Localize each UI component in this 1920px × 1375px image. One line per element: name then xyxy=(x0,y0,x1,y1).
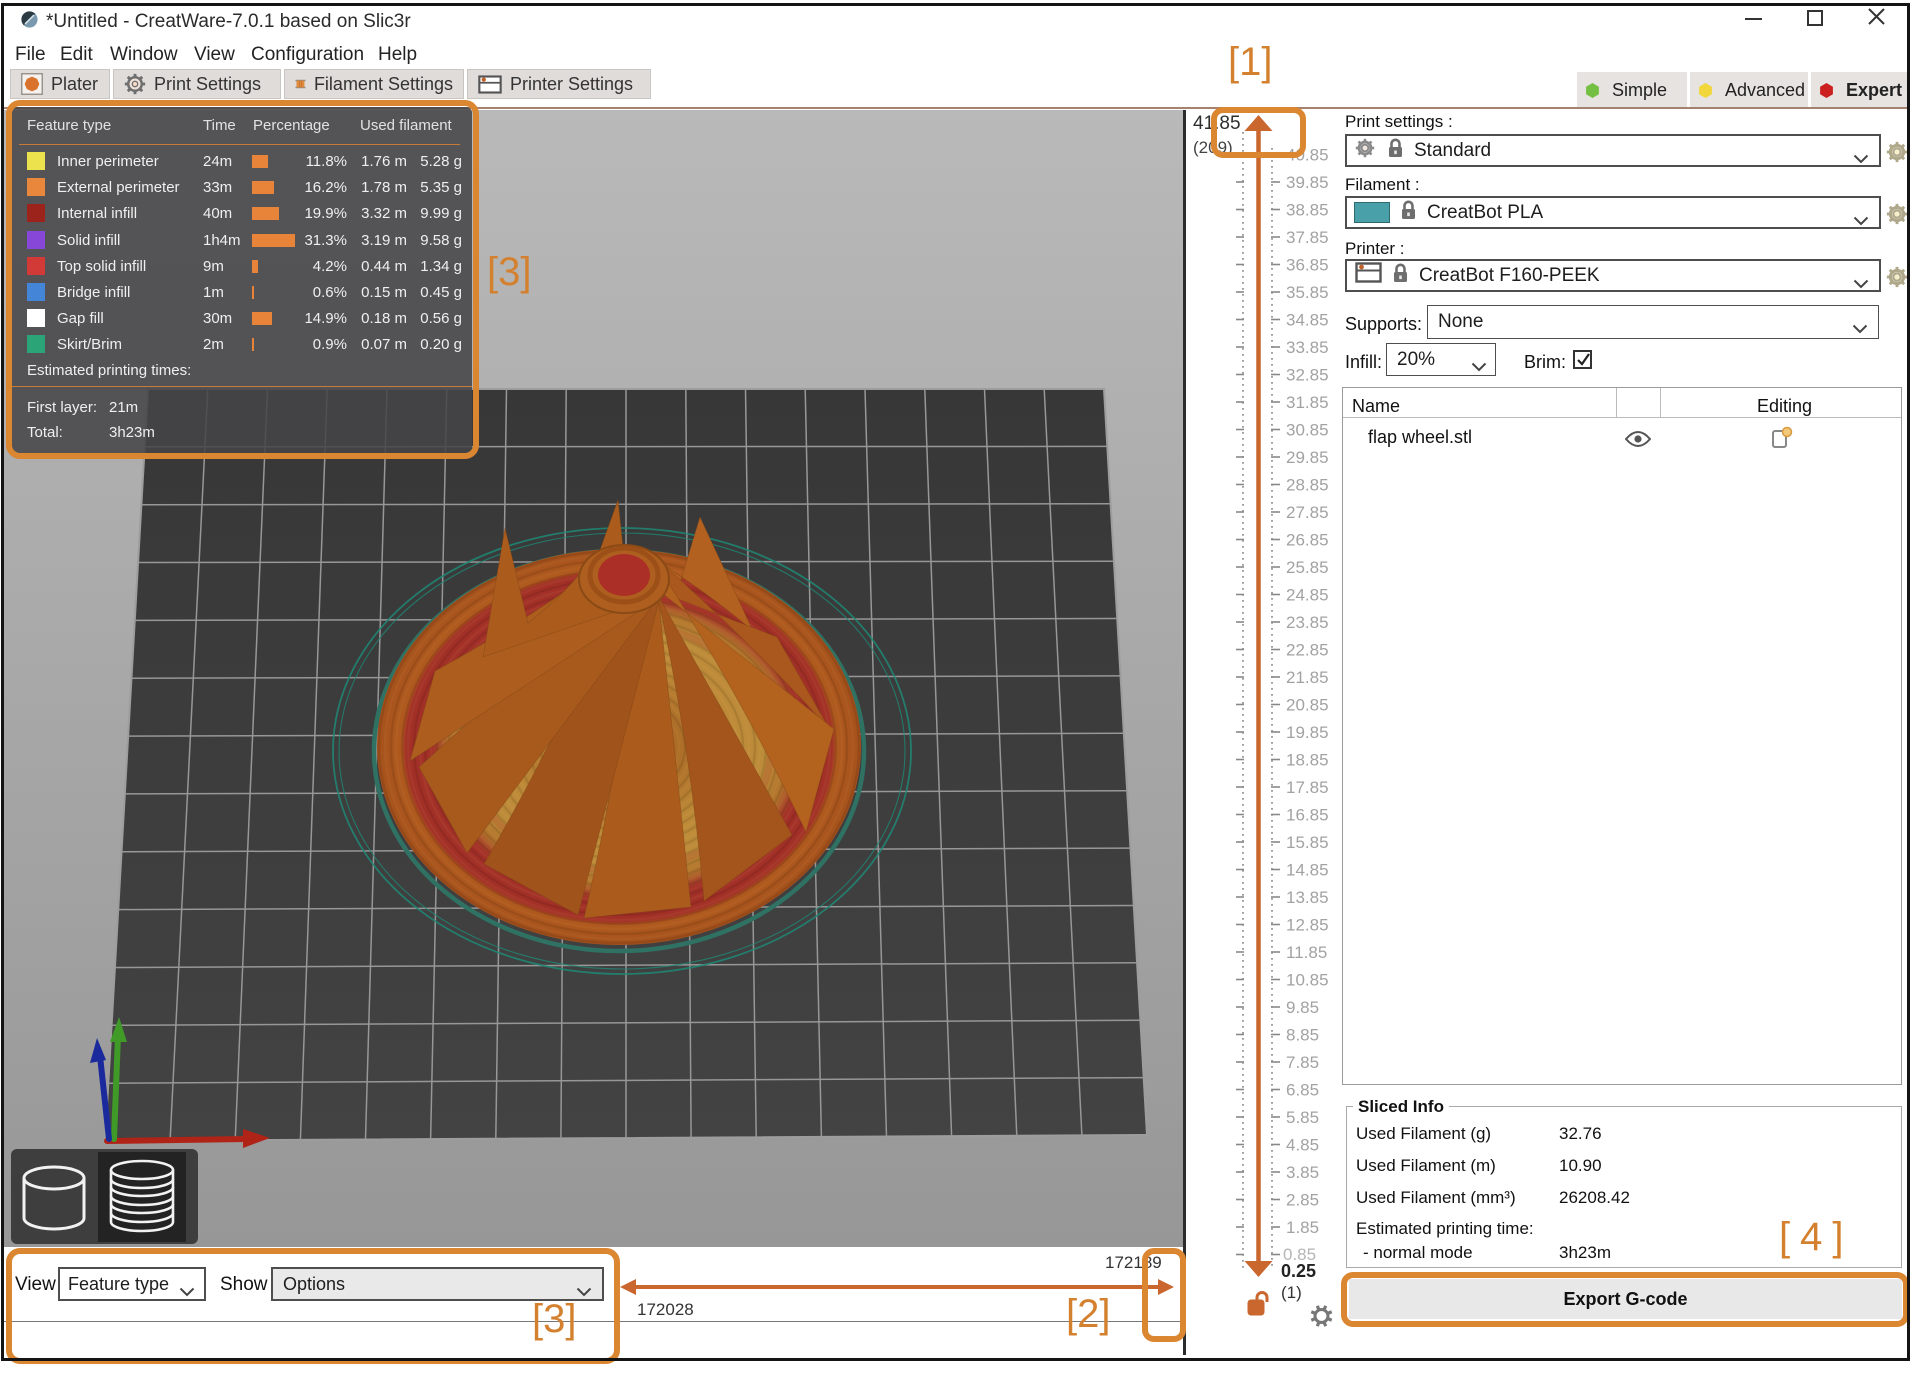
svg-text:5.85: 5.85 xyxy=(1286,1108,1319,1127)
svg-text:29.85: 29.85 xyxy=(1286,448,1329,467)
svg-text:39.85: 39.85 xyxy=(1286,173,1329,192)
svg-text:2.85: 2.85 xyxy=(1286,1191,1319,1210)
svg-text:21.85: 21.85 xyxy=(1286,668,1329,687)
svg-text:9.85: 9.85 xyxy=(1286,998,1319,1017)
svg-text:3.85: 3.85 xyxy=(1286,1163,1319,1182)
svg-text:15.85: 15.85 xyxy=(1286,833,1329,852)
svg-text:37.85: 37.85 xyxy=(1286,228,1329,247)
svg-text:33.85: 33.85 xyxy=(1286,338,1329,357)
svg-text:30.85: 30.85 xyxy=(1286,421,1329,440)
svg-text:13.85: 13.85 xyxy=(1286,888,1329,907)
svg-text:36.85: 36.85 xyxy=(1286,256,1329,275)
svg-text:31.85: 31.85 xyxy=(1286,393,1329,412)
svg-text:27.85: 27.85 xyxy=(1286,503,1329,522)
svg-text:11.85: 11.85 xyxy=(1286,943,1327,962)
svg-text:1.85: 1.85 xyxy=(1286,1218,1319,1237)
svg-text:4.85: 4.85 xyxy=(1286,1136,1319,1155)
svg-text:17.85: 17.85 xyxy=(1286,778,1329,797)
svg-text:32.85: 32.85 xyxy=(1286,366,1329,385)
svg-text:(1): (1) xyxy=(1281,1283,1302,1302)
svg-text:10.85: 10.85 xyxy=(1286,971,1329,990)
svg-text:24.85: 24.85 xyxy=(1286,586,1329,605)
svg-text:6.85: 6.85 xyxy=(1286,1081,1319,1100)
svg-text:12.85: 12.85 xyxy=(1286,916,1329,935)
svg-text:18.85: 18.85 xyxy=(1286,751,1329,770)
svg-text:28.85: 28.85 xyxy=(1286,476,1329,495)
svg-text:25.85: 25.85 xyxy=(1286,558,1329,577)
svg-text:26.85: 26.85 xyxy=(1286,531,1329,550)
svg-text:38.85: 38.85 xyxy=(1286,201,1329,220)
svg-text:34.85: 34.85 xyxy=(1286,311,1329,330)
svg-text:20.85: 20.85 xyxy=(1286,696,1329,715)
svg-text:8.85: 8.85 xyxy=(1286,1026,1319,1045)
svg-text:23.85: 23.85 xyxy=(1286,613,1329,632)
svg-text:0.25: 0.25 xyxy=(1281,1261,1316,1281)
svg-text:7.85: 7.85 xyxy=(1286,1053,1319,1072)
svg-text:14.85: 14.85 xyxy=(1286,861,1329,880)
svg-text:19.85: 19.85 xyxy=(1286,723,1329,742)
svg-text:22.85: 22.85 xyxy=(1286,641,1329,660)
svg-text:16.85: 16.85 xyxy=(1286,806,1329,825)
svg-text:35.85: 35.85 xyxy=(1286,283,1329,302)
